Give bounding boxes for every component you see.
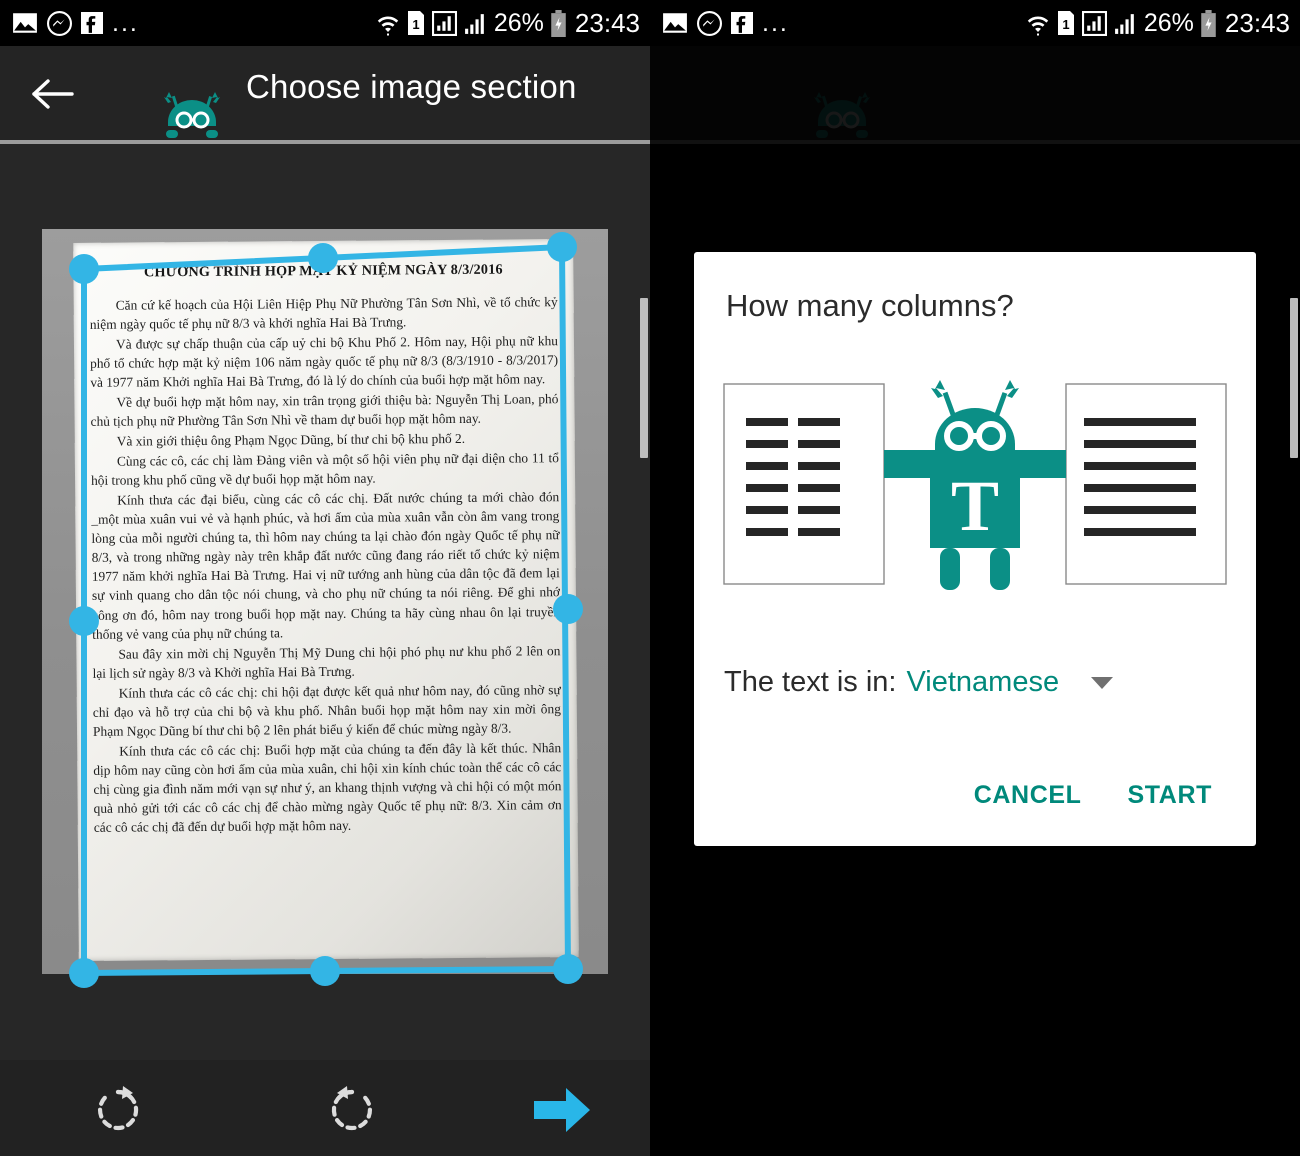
document-paragraph: Kính thưa các cô các chị: chi hội đạt đư… <box>92 681 561 739</box>
scrollbar-thumb[interactable] <box>1290 298 1298 458</box>
left-screen-choose-image-section: ... 1 26% 23:43 Choose image section CHƯ… <box>0 0 650 1156</box>
battery-percent-label: 26% <box>493 8 544 37</box>
status-bar: ... 1 26% 23:43 <box>0 0 650 46</box>
chevron-down-icon[interactable] <box>1091 676 1114 689</box>
svg-text:1: 1 <box>412 17 419 32</box>
wifi-icon <box>1026 10 1050 36</box>
crop-handle-bottom-center[interactable] <box>310 956 340 986</box>
next-arrow-icon[interactable] <box>534 1086 590 1134</box>
battery-charging-icon <box>550 9 567 37</box>
image-icon <box>12 12 38 34</box>
back-arrow-icon[interactable] <box>30 74 74 114</box>
language-selector[interactable]: The text is in: Vietnamese <box>724 666 1114 699</box>
wifi-icon <box>376 10 400 36</box>
columns-illustration: T <box>723 380 1227 590</box>
document-paragraph: Và xin giới thiệu ông Phạm Ngọc Dũng, bí… <box>116 431 466 449</box>
signal-bars-2-icon <box>1113 11 1138 36</box>
clock-label: 23:43 <box>574 7 640 38</box>
crop-handle-top-left[interactable] <box>69 254 99 284</box>
crop-handle-bottom-right[interactable] <box>553 954 583 984</box>
robot-mascot-icon <box>152 78 232 142</box>
crop-stage[interactable]: CHƯƠNG TRÌNH HỌP MẶT KỶ NIỆM NGÀY 8/3/20… <box>0 144 650 1060</box>
crop-handle-top-right[interactable] <box>547 232 577 262</box>
crop-handle-top-center[interactable] <box>308 243 338 273</box>
dialog-actions: CANCEL START <box>958 769 1228 822</box>
crop-handle-middle-right[interactable] <box>553 594 583 624</box>
language-label: The text is in: <box>724 666 897 698</box>
messenger-icon <box>697 10 722 36</box>
document-photo: CHƯƠNG TRÌNH HỌP MẶT KỶ NIỆM NGÀY 8/3/20… <box>73 239 579 961</box>
facebook-icon <box>731 12 753 34</box>
columns-dialog: How many columns? T The text is in: Viet… <box>694 252 1256 846</box>
status-overflow-dots: ... <box>762 9 789 37</box>
svg-text:1: 1 <box>1062 17 1069 32</box>
clock-label: 23:43 <box>1224 7 1290 38</box>
facebook-icon <box>81 12 103 34</box>
sim-1-icon: 1 <box>1056 10 1076 36</box>
scrollbar-thumb[interactable] <box>640 298 648 458</box>
document-paragraph: Kính thưa các đại biểu, cùng các cô các … <box>91 489 561 642</box>
status-bar: ... 1 26% 23:43 <box>650 0 1300 46</box>
status-bar-right-icons: 1 26% 23:43 <box>376 8 640 39</box>
signal-bars-icon <box>431 10 457 36</box>
dialog-title: How many columns? <box>726 288 1014 323</box>
right-screen-columns-dialog: ... 1 26% 23:43 How many columns? T The … <box>650 0 1300 1156</box>
status-bar-left-icons: ... <box>12 9 139 37</box>
one-column-page-option <box>1065 383 1227 585</box>
battery-charging-icon <box>1200 9 1217 37</box>
status-bar-right-icons: 1 26% 23:43 <box>1026 8 1290 39</box>
status-overflow-dots: ... <box>112 9 139 37</box>
crop-handle-middle-left[interactable] <box>69 606 99 636</box>
language-value[interactable]: Vietnamese <box>906 666 1059 699</box>
document-paragraph: Sau đây xin mời chị Nguyễn Thị Mỹ Dung c… <box>92 642 561 681</box>
document-paragraph: Cùng các cô, các chị làm Đảng viên và mộ… <box>90 450 559 489</box>
signal-bars-icon <box>1081 10 1107 36</box>
messenger-icon <box>47 10 72 36</box>
crop-handle-bottom-left[interactable] <box>69 958 99 988</box>
bottom-toolbar <box>0 1060 650 1156</box>
document-paragraph: Và được sự chấp thuận của cấp uỷ chi bộ … <box>90 333 559 390</box>
status-bar-left-icons: ... <box>662 9 789 37</box>
rotate-counterclockwise-icon[interactable] <box>326 1084 378 1136</box>
photo-background: CHƯƠNG TRÌNH HỌP MẶT KỶ NIỆM NGÀY 8/3/20… <box>42 229 608 974</box>
app-bar: Choose image section <box>0 46 650 142</box>
app-bar-divider <box>0 140 650 144</box>
image-icon <box>662 12 688 34</box>
dual-screenshot-pair: ... 1 26% 23:43 Choose image section CHƯ… <box>0 0 1300 1156</box>
rotate-clockwise-icon[interactable] <box>92 1084 144 1136</box>
photo-frame: CHƯƠNG TRÌNH HỌP MẶT KỶ NIỆM NGÀY 8/3/20… <box>42 149 608 1055</box>
start-button[interactable]: START <box>1112 769 1228 822</box>
page-title: Choose image section <box>246 68 577 105</box>
document-paragraph: Căn cứ kế hoạch của Hội Liên Hiệp Phụ Nữ… <box>89 294 558 332</box>
sim-1-icon: 1 <box>406 10 426 36</box>
cancel-button[interactable]: CANCEL <box>958 769 1098 822</box>
two-column-page-option <box>723 383 885 585</box>
document-paragraph: Về dự buổi hợp mặt hôm nay, xin trân trọ… <box>90 391 559 430</box>
document-paragraph: Kính thưa các cô các chị: Buổi hợp mặt c… <box>93 739 562 835</box>
signal-bars-2-icon <box>463 11 488 36</box>
svg-text:T: T <box>951 466 999 546</box>
battery-percent-label: 26% <box>1143 8 1194 37</box>
